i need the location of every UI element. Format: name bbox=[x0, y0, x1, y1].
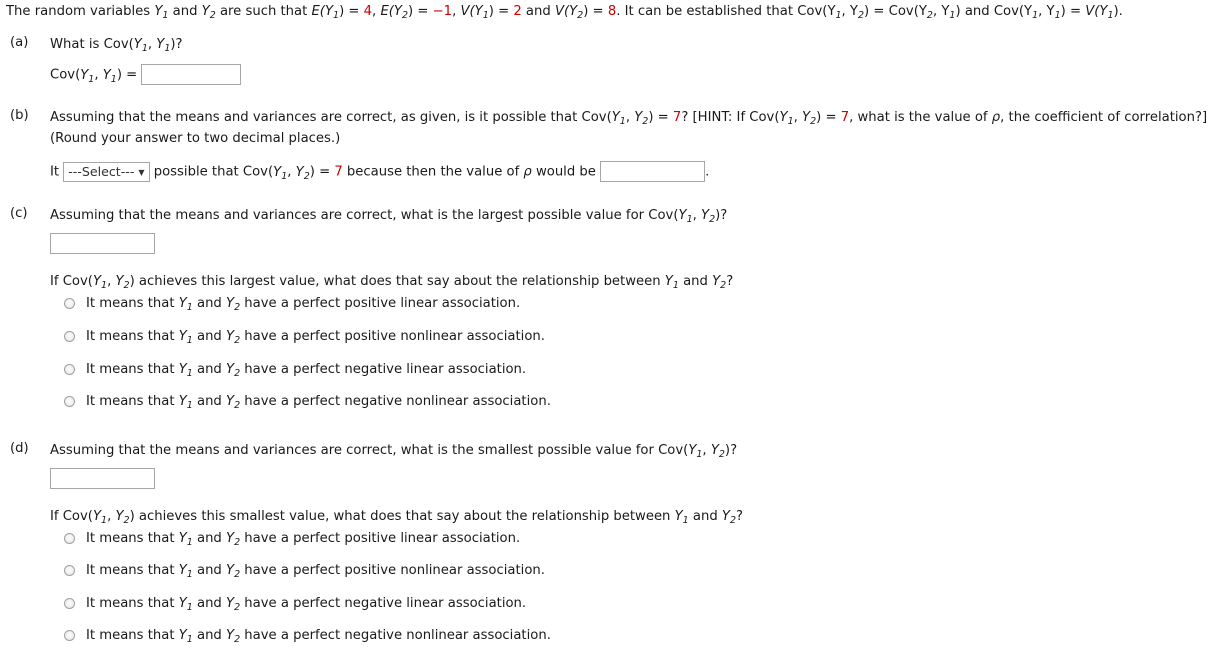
radio-button-icon[interactable] bbox=[64, 630, 75, 641]
radio-button-icon[interactable] bbox=[64, 598, 75, 609]
intro-variable-y1: Y1 bbox=[154, 4, 169, 22]
intro-expected-y1: E(Y1) = bbox=[311, 4, 364, 22]
part-c-f-y3: Y1 bbox=[664, 273, 679, 291]
part-b-hint-y1: Y1 bbox=[779, 110, 794, 128]
part-c-option-1[interactable]: It means that Y1 and Y2 have a perfect p… bbox=[64, 328, 545, 348]
part-d-option-2-label: It means that Y1 and Y2 have a perfect n… bbox=[86, 596, 527, 614]
part-b-question-line1: Assuming that the means and variances ar… bbox=[50, 110, 1208, 128]
part-d-q-y1: Y1 bbox=[688, 443, 703, 461]
part-c-f-y1: Y1 bbox=[92, 273, 108, 291]
part-c-followup-question: If Cov(Y1, Y2) achieves this largest val… bbox=[50, 273, 734, 291]
radio-button-icon[interactable] bbox=[64, 298, 75, 309]
intro-value-ey2: −1 bbox=[432, 4, 453, 19]
part-a-label: (a) bbox=[10, 35, 29, 50]
part-d-option-3[interactable]: It means that Y1 and Y2 have a perfect n… bbox=[64, 627, 551, 647]
intro-text-4: and bbox=[521, 4, 555, 19]
part-d-f-y4: Y2 bbox=[721, 508, 737, 526]
part-d-q-y2: Y2 bbox=[710, 443, 725, 461]
part-a-answer-row: Cov(Y1, Y1) = bbox=[50, 64, 242, 87]
intro-variable-y2: Y2 bbox=[201, 4, 216, 22]
part-c-f-y4: Y2 bbox=[712, 273, 727, 291]
part-d-label: (d) bbox=[10, 441, 29, 456]
part-d-option-1-label: It means that Y1 and Y2 have a perfect p… bbox=[86, 563, 545, 581]
part-c-option-2-label: It means that Y1 and Y2 have a perfect n… bbox=[86, 362, 527, 380]
intro-value-ey1: 4 bbox=[363, 4, 373, 19]
part-b-select-value: ---Select--- bbox=[68, 163, 135, 179]
part-d-f-y3: Y1 bbox=[674, 508, 689, 526]
intro-text-6: and bbox=[960, 4, 994, 19]
part-a-answer-input[interactable] bbox=[141, 64, 242, 85]
part-c-option-3-label: It means that Y1 and Y2 have a perfect n… bbox=[86, 394, 551, 412]
part-c-option-0-label: It means that Y1 and Y2 have a perfect p… bbox=[86, 296, 521, 314]
radio-button-icon[interactable] bbox=[64, 331, 75, 342]
intro-expected-y2: E(Y2) = bbox=[380, 4, 433, 22]
intro-text-2: and bbox=[168, 4, 202, 19]
part-a-a-y2: Y1 bbox=[102, 67, 117, 85]
intro-vy1-final: V(Y1). bbox=[1085, 4, 1123, 22]
part-d-option-0-label: It means that Y1 and Y2 have a perfect p… bbox=[86, 531, 521, 549]
part-c-f-y2: Y2 bbox=[115, 273, 130, 291]
part-c-q-y2: Y2 bbox=[701, 208, 716, 226]
part-b-answer-row: It ---Select--- ▼ possible that Cov(Y1, Y… bbox=[50, 161, 1207, 184]
radio-button-icon[interactable] bbox=[64, 364, 75, 375]
part-c-option-1-label: It means that Y1 and Y2 have a perfect p… bbox=[86, 329, 545, 347]
radio-button-icon[interactable] bbox=[64, 533, 75, 544]
part-d-body: Assuming that the means and variances ar… bbox=[50, 441, 743, 528]
part-d-f-y1: Y1 bbox=[92, 508, 108, 526]
radio-button-icon[interactable] bbox=[64, 396, 75, 407]
part-d-followup-question: If Cov(Y1, Y2) achieves this smallest va… bbox=[50, 508, 744, 526]
part-b-rounding-note: (Round your answer to two decimal places… bbox=[50, 131, 341, 146]
part-d-question: Assuming that the means and variances ar… bbox=[50, 443, 738, 461]
part-a-a-y1: Y1 bbox=[80, 67, 95, 85]
intro-variance-y2: V(Y2) = bbox=[554, 4, 608, 22]
part-c-option-3[interactable]: It means that Y1 and Y2 have a perfect n… bbox=[64, 393, 551, 413]
part-a-body: What is Cov(Y1, Y1)? Cov(Y1, Y1) = bbox=[50, 35, 242, 87]
part-c-body: Assuming that the means and variances ar… bbox=[50, 206, 733, 293]
part-c-q-y1: Y1 bbox=[678, 208, 693, 226]
part-b-ans-rho-symbol: ρ bbox=[523, 164, 532, 180]
chevron-down-icon: ▼ bbox=[138, 167, 145, 177]
radio-button-icon[interactable] bbox=[64, 565, 75, 576]
part-d-f-y2: Y2 bbox=[115, 508, 130, 526]
part-b-ans-value: 7 bbox=[334, 164, 343, 180]
part-d-option-1[interactable]: It means that Y1 and Y2 have a perfect p… bbox=[64, 562, 545, 582]
intro-text-1: The random variables bbox=[6, 4, 155, 19]
part-b-q-y1: Y1 bbox=[611, 110, 626, 128]
part-c-label: (c) bbox=[10, 206, 28, 221]
part-c-option-2[interactable]: It means that Y1 and Y2 have a perfect n… bbox=[64, 361, 526, 381]
intro-text-3: are such that bbox=[215, 4, 312, 19]
part-b-ans-y1: Y1 bbox=[273, 164, 288, 182]
intro-cov-y2y1: Cov(Y2, Y1) bbox=[888, 4, 961, 22]
intro-variance-y1: V(Y1) = bbox=[460, 4, 514, 22]
part-b-rho-input[interactable] bbox=[600, 161, 706, 182]
intro-text-5: . It can be established that bbox=[616, 4, 798, 19]
problem-statement: The random variables Y1 and Y2 are such … bbox=[6, 2, 1123, 23]
part-c-option-0[interactable]: It means that Y1 and Y2 have a perfect p… bbox=[64, 295, 520, 315]
part-b-label: (b) bbox=[10, 108, 29, 123]
intro-value-vy1: 2 bbox=[513, 4, 522, 19]
part-b-rho-symbol: ρ bbox=[991, 110, 1001, 125]
part-b-hint-value: 7 bbox=[840, 110, 850, 125]
intro-cov-y1y2: Cov(Y1, Y2) = bbox=[797, 4, 889, 22]
part-d-answer-input[interactable] bbox=[50, 468, 155, 489]
part-b-body: Assuming that the means and variances ar… bbox=[50, 108, 1207, 184]
worksheet-page: The random variables Y1 and Y2 are such … bbox=[0, 0, 1222, 651]
part-a-q-y2: Y1 bbox=[156, 37, 171, 55]
part-c-answer-input[interactable] bbox=[50, 233, 155, 254]
part-d-answer-row bbox=[50, 468, 743, 490]
part-b-select-dropdown[interactable]: ---Select--- ▼ bbox=[63, 161, 150, 182]
part-d-option-0[interactable]: It means that Y1 and Y2 have a perfect p… bbox=[64, 530, 520, 550]
part-c-question: Assuming that the means and variances ar… bbox=[50, 208, 728, 226]
part-a-q-y1: Y1 bbox=[133, 37, 148, 55]
part-c-answer-row bbox=[50, 233, 733, 255]
part-b-ans-y2: Y2 bbox=[295, 164, 310, 182]
part-d-option-2[interactable]: It means that Y1 and Y2 have a perfect n… bbox=[64, 595, 526, 615]
part-b-hint-y2: Y2 bbox=[802, 110, 817, 128]
part-b-q-y2: Y2 bbox=[634, 110, 649, 128]
intro-value-vy2: 8 bbox=[607, 4, 617, 19]
part-a-question: What is Cov(Y1, Y1)? bbox=[50, 37, 183, 55]
part-d-option-3-label: It means that Y1 and Y2 have a perfect n… bbox=[86, 628, 551, 646]
intro-cov-y1y1: Cov(Y1, Y1) = bbox=[993, 4, 1086, 22]
